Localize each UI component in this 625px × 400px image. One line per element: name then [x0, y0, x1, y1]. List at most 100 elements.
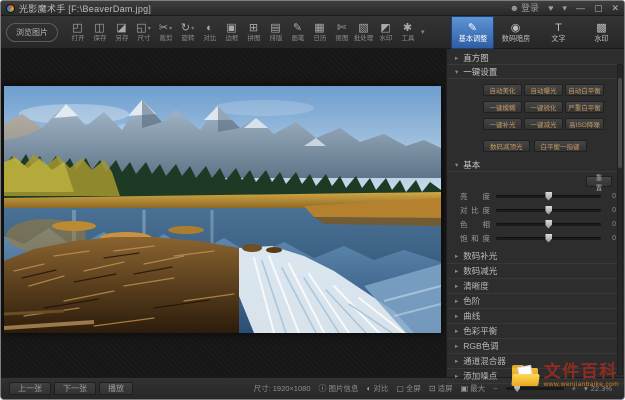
tab-text[interactable]: T 文字: [537, 16, 580, 49]
zoom-out-button[interactable]: −: [493, 384, 497, 393]
auto-beautify-button[interactable]: 自动美化: [483, 84, 522, 96]
section-rgb-tone[interactable]: ▸ RGB色调: [447, 339, 624, 354]
section-label: 数码补光: [463, 250, 497, 262]
oneclick-section-header[interactable]: ▾ 一键设置: [447, 65, 624, 79]
dropdown-arrow-icon[interactable]: ▾: [191, 25, 194, 32]
tool-icon: ◐: [206, 22, 213, 34]
section-curves[interactable]: ▸ 曲线: [447, 309, 624, 324]
basic-label: 基本: [463, 159, 480, 171]
next-image-button[interactable]: 下一张: [54, 382, 96, 395]
browse-pictures-button[interactable]: 浏览图片: [6, 23, 58, 42]
slider-label: 饱和度: [460, 233, 490, 244]
tool-icon: ▤: [270, 22, 280, 34]
slider-track[interactable]: [496, 223, 601, 226]
cutout-button[interactable]: ✄ 抠图: [331, 22, 352, 43]
slider-track[interactable]: [496, 209, 601, 212]
tab-basic-adjust[interactable]: ✎ 基本调整: [451, 16, 494, 49]
oneclick-label: 一键设置: [463, 66, 497, 78]
one-key-blur-button[interactable]: 一键模糊: [483, 101, 522, 113]
slider-track[interactable]: [496, 237, 601, 240]
watermark-url: www.wenjianbaike.com: [544, 382, 619, 389]
tab-digital-darkroom[interactable]: ◉ 数码暗房: [494, 16, 537, 49]
play-button[interactable]: 播放: [99, 382, 133, 395]
tool-icon: ▦: [314, 22, 324, 34]
section-color-balance[interactable]: ▸ 色彩平衡: [447, 324, 624, 339]
tool-icon: ◪: [116, 22, 126, 34]
fullscreen-icon: ▢: [396, 384, 404, 393]
tool-icon: ⊞: [249, 22, 258, 34]
minimize-button[interactable]: —: [576, 4, 585, 13]
tab-label: 数码暗房: [501, 35, 530, 43]
tab-icon: ▩: [596, 22, 606, 34]
tool-label: 旋转: [181, 35, 194, 42]
section-levels[interactable]: ▸ 色阶: [447, 294, 624, 309]
gift-icon[interactable]: ♥: [548, 4, 553, 13]
tool-label: 裁剪: [159, 35, 172, 42]
crop-button[interactable]: ✂ ▾ 裁剪: [155, 22, 176, 43]
calendar-button[interactable]: ▦ 日历: [309, 22, 330, 43]
fullscreen-button[interactable]: ▢ 全屏: [396, 383, 421, 394]
compare-button[interactable]: ◐ 对比: [199, 22, 220, 43]
histogram-section-header[interactable]: ▸ 直方图: [447, 51, 624, 65]
white-balance-one-touch-button[interactable]: 白平衡一指键: [534, 140, 587, 152]
dropdown-arrow-icon[interactable]: ▾: [148, 25, 151, 32]
auto-white-balance-button[interactable]: 自动白平衡: [565, 84, 604, 96]
tab-icon: ✎: [468, 22, 477, 34]
slider-track[interactable]: [496, 195, 601, 198]
scrollbar-thumb[interactable]: [618, 78, 622, 168]
auto-exposure-button[interactable]: 自动曝光: [524, 84, 563, 96]
rotate-button[interactable]: ↻ ▾ 旋转: [177, 22, 198, 43]
batch-button[interactable]: ▧ 批处理: [353, 22, 374, 43]
watermark-button[interactable]: ◩ 水印: [375, 22, 396, 43]
open-button[interactable]: ◰ 打开: [67, 22, 88, 43]
expanded-arrow-icon: ▾: [455, 68, 458, 76]
section-digital-fill-light[interactable]: ▸ 数码补光: [447, 249, 624, 264]
high-iso-denoise-button[interactable]: 高ISO降噪: [565, 118, 604, 130]
section-clarity[interactable]: ▸ 清晰度: [447, 279, 624, 294]
save-button[interactable]: ◫ 保存: [89, 22, 110, 43]
histogram-label: 直方图: [463, 52, 489, 64]
close-button[interactable]: ✕: [611, 4, 619, 13]
reset-button[interactable]: 重置: [586, 176, 612, 187]
login-button[interactable]: ☻ 登录: [510, 4, 540, 13]
collapsed-arrow-icon: ▸: [455, 282, 458, 290]
slider-value: 0: [607, 221, 616, 228]
print-layout-button[interactable]: ▤ 排版: [265, 22, 286, 43]
one-key-fill-light-button[interactable]: 一键补光: [483, 118, 522, 130]
resize-button[interactable]: ◱ ▾ 尺寸: [133, 22, 154, 43]
severe-white-balance-button[interactable]: 严重白平衡: [565, 101, 604, 113]
window-title: 光影魔术手 [F:\BeaverDam.jpg]: [19, 2, 151, 15]
section-label: 数码减光: [463, 265, 497, 277]
slider-handle[interactable]: [545, 206, 552, 215]
actual-size-button[interactable]: ▣ 最大: [461, 383, 486, 394]
compare-view-button[interactable]: ◐ 对比: [367, 383, 389, 394]
panel-scrollbar[interactable]: [617, 64, 623, 375]
digital-reduce-toplight-button[interactable]: 数码减顶光: [483, 140, 530, 152]
tool-icon: ◩: [380, 22, 390, 34]
slider-handle[interactable]: [545, 192, 552, 201]
user-face-icon: ☻: [510, 4, 519, 13]
tool-label: 抠图: [335, 35, 348, 42]
toolbar-overflow-button[interactable]: ▾: [421, 28, 425, 36]
previous-image-button[interactable]: 上一张: [9, 382, 51, 395]
section-digital-dim-light[interactable]: ▸ 数码减光: [447, 264, 624, 279]
one-key-sharpen-button[interactable]: 一键锐化: [524, 101, 563, 113]
one-key-dim-light-button[interactable]: 一键减光: [524, 118, 563, 130]
skin-menu-icon[interactable]: ▾: [562, 4, 567, 13]
collage-button[interactable]: ⊞ 拼图: [243, 22, 264, 43]
maximize-button[interactable]: ▢: [594, 4, 603, 13]
tool-icon: ◫: [94, 22, 104, 34]
slider-handle[interactable]: [545, 220, 552, 229]
brush-button[interactable]: ✎ 画笔: [287, 22, 308, 43]
tools-button[interactable]: ✱ 工具: [397, 22, 418, 43]
tab-watermark[interactable]: ▩ 水印: [580, 16, 623, 49]
border-button[interactable]: ▣ 边框: [221, 22, 242, 43]
save-as-button[interactable]: ◪ 另存: [111, 22, 132, 43]
dropdown-arrow-icon[interactable]: ▾: [169, 25, 172, 32]
tool-label: 对比: [203, 35, 216, 42]
fit-screen-button[interactable]: ⊡ 适屏: [429, 383, 453, 394]
tool-label: 边框: [225, 35, 238, 42]
image-info-button[interactable]: ⓘ 图片信息: [319, 383, 359, 394]
slider-handle[interactable]: [545, 234, 552, 243]
basic-section-header[interactable]: ▾ 基本: [447, 158, 624, 172]
